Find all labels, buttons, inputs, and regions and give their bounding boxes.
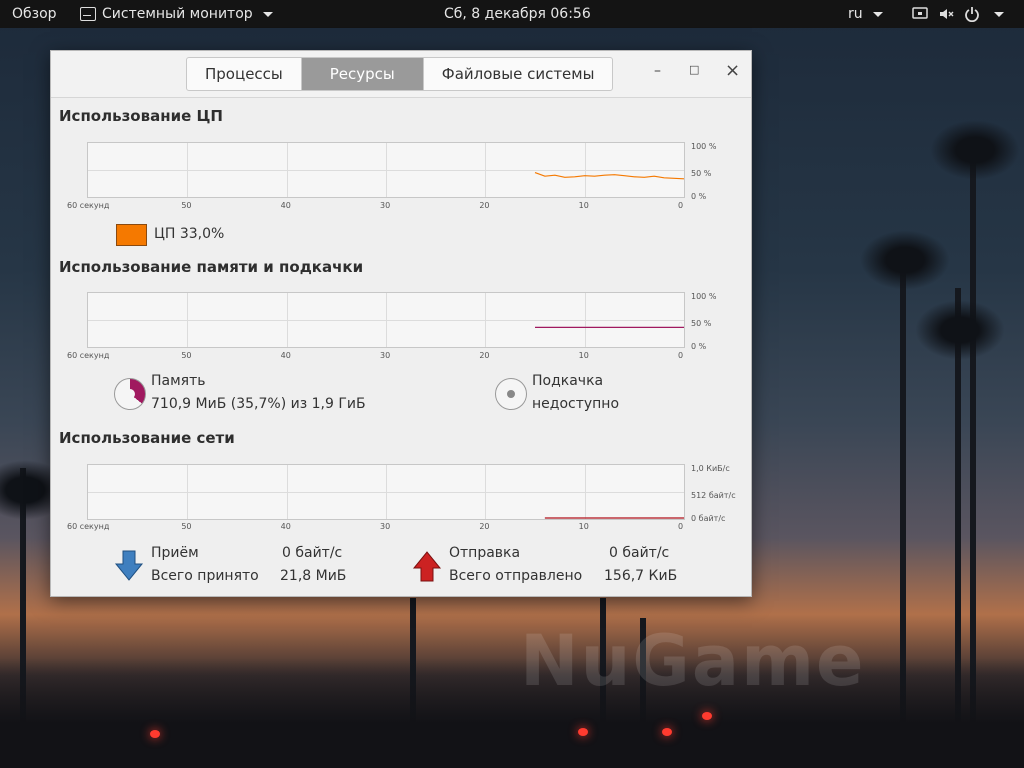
system-monitor-icon [80, 7, 96, 21]
memory-y-tick: 100 % [691, 292, 717, 301]
x-tick-label: 0 [678, 351, 684, 360]
memory-y-tick: 0 % [691, 342, 707, 351]
x-tick-label: 20 [479, 201, 490, 210]
activities-button[interactable]: Обзор [12, 0, 57, 28]
cpu-color-swatch[interactable] [116, 224, 147, 246]
clock[interactable]: Сб, 8 декабря 06:56 [444, 0, 591, 28]
cpu-graph [87, 142, 685, 198]
tab-resources[interactable]: Ресурсы [301, 58, 424, 90]
swap-value: недоступно [532, 396, 620, 412]
x-tick-label: 10 [578, 351, 589, 360]
cpu-legend-label: ЦП 33,0% [154, 226, 225, 242]
app-menu[interactable]: Системный монитор [80, 0, 273, 28]
x-tick-label: 20 [479, 351, 490, 360]
download-arrow-icon[interactable] [114, 550, 144, 582]
language-indicator[interactable]: ru [848, 0, 883, 28]
minimize-button[interactable]: – [654, 63, 661, 79]
x-tick-label: 50 [181, 522, 192, 531]
upload-arrow-icon[interactable] [412, 550, 442, 582]
x-tick-label: 40 [280, 522, 291, 531]
memory-pie-icon[interactable] [114, 378, 146, 410]
cpu-y-tick: 100 % [691, 142, 717, 151]
tx-total-label: Всего отправлено [449, 568, 583, 584]
x-tick-label: 10 [578, 522, 589, 531]
x-tick-label: 0 [678, 522, 684, 531]
chart-plot [534, 172, 684, 180]
network-y-tick: 1,0 КиБ/с [691, 464, 730, 473]
volume-muted-icon [940, 9, 954, 19]
cpu-y-tick: 50 % [691, 169, 712, 178]
clock-label: Сб, 8 декабря 06:56 [444, 6, 591, 22]
activities-label: Обзор [12, 6, 57, 22]
close-button[interactable]: × [725, 60, 740, 81]
memory-graph [87, 292, 685, 348]
chevron-down-icon [994, 11, 1004, 17]
system-menu[interactable] [912, 0, 1004, 28]
x-tick-label: 30 [380, 201, 391, 210]
tx-total: 156,7 КиБ [604, 568, 678, 584]
network-icon [912, 7, 928, 19]
header-bar: Процессы Ресурсы Файловые системы – □ × [51, 51, 751, 98]
x-tick-label: 30 [380, 351, 391, 360]
cpu-section-title: Использование ЦП [59, 107, 223, 125]
network-y-tick: 0 байт/с [691, 514, 726, 523]
app-menu-label: Системный монитор [102, 6, 253, 22]
swap-label: Подкачка [532, 373, 604, 389]
rx-total-label: Всего принято [151, 568, 259, 584]
cpu-y-tick: 0 % [691, 192, 707, 201]
network-graph [87, 464, 685, 520]
rx-rate: 0 байт/с [282, 545, 343, 561]
tx-label: Отправка [449, 545, 521, 561]
chart-plot [535, 326, 684, 329]
system-monitor-window: Процессы Ресурсы Файловые системы – □ × … [50, 50, 752, 597]
language-label: ru [848, 6, 863, 22]
memory-y-tick: 50 % [691, 319, 712, 328]
tab-processes[interactable]: Процессы [187, 58, 302, 90]
x-tick-label: 40 [280, 201, 291, 210]
x-tick-label: 50 [181, 201, 192, 210]
rx-label: Приём [151, 545, 199, 561]
network-y-tick: 512 байт/с [691, 491, 736, 500]
x-tick-label: 10 [578, 201, 589, 210]
rx-total: 21,8 МиБ [280, 568, 347, 584]
x-tick-label: 30 [380, 522, 391, 531]
network-section-title: Использование сети [59, 429, 235, 447]
memory-value: 710,9 МиБ (35,7%) из 1,9 ГиБ [151, 396, 366, 412]
x-tick-label: 60 секунд [67, 351, 110, 360]
x-tick-label: 60 секунд [67, 201, 110, 210]
x-tick-label: 40 [280, 351, 291, 360]
chevron-down-icon [872, 11, 883, 17]
maximize-button[interactable]: □ [689, 63, 699, 76]
x-tick-label: 60 секунд [67, 522, 110, 531]
chevron-down-icon [262, 11, 273, 17]
top-panel: Обзор Системный монитор Сб, 8 декабря 06… [0, 0, 1024, 28]
memory-section-title: Использование памяти и подкачки [59, 258, 364, 276]
chart-plot [544, 517, 684, 519]
tx-rate: 0 байт/с [609, 545, 670, 561]
series-line-ЦП [534, 172, 684, 180]
x-tick-label: 20 [479, 522, 490, 531]
x-tick-label: 50 [181, 351, 192, 360]
memory-label: Память [151, 373, 206, 389]
x-tick-label: 0 [678, 201, 684, 210]
tab-file-systems[interactable]: Файловые системы [424, 58, 613, 90]
power-icon [965, 7, 979, 22]
view-switcher: Процессы Ресурсы Файловые системы [186, 57, 614, 91]
swap-pie-icon[interactable] [495, 378, 527, 410]
